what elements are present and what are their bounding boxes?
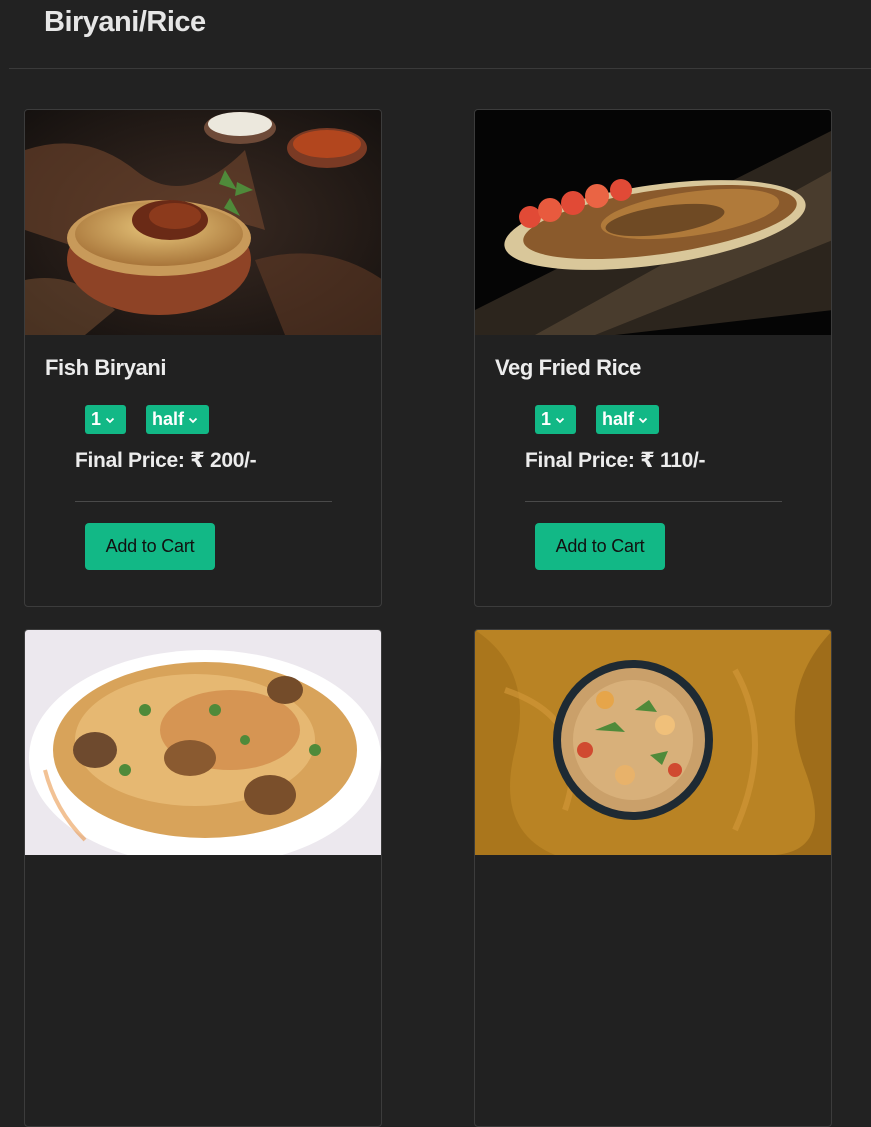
add-to-cart-button[interactable]: Add to Cart (85, 523, 215, 570)
product-image-4 (475, 630, 831, 855)
product-card-3 (24, 629, 382, 1127)
size-select[interactable]: half (596, 405, 659, 434)
card-divider (75, 501, 332, 502)
size-value: half (602, 409, 635, 429)
product-image-3 (25, 630, 381, 855)
final-price-value: ₹ 200/- (190, 449, 257, 472)
product-name: Veg Fried Rice (495, 355, 642, 380)
product-card-veg-fried-rice: Veg Fried Rice 1 half Final Price: ₹ 110… (474, 109, 832, 607)
product-image-fish-biryani (25, 110, 381, 335)
final-price: Final Price: ₹ 110/- (525, 448, 706, 473)
quantity-select[interactable]: 1 (85, 405, 126, 434)
header-divider (9, 68, 871, 69)
product-card-4 (474, 629, 832, 1127)
chevron-down-icon (188, 417, 198, 423)
product-name: Fish Biryani (45, 355, 167, 380)
category-header: Biryani/Rice (0, 0, 871, 68)
add-to-cart-button[interactable]: Add to Cart (535, 523, 665, 570)
quantity-select[interactable]: 1 (535, 405, 576, 434)
card-divider (525, 501, 782, 502)
final-price-value: ₹ 110/- (640, 449, 706, 472)
chevron-down-icon (555, 417, 565, 423)
chevron-down-icon (638, 417, 648, 423)
quantity-value: 1 (91, 409, 102, 429)
category-title: Biryani/Rice (44, 6, 206, 38)
product-card-fish-biryani: Fish Biryani 1 half Final Price: ₹ 200/-… (24, 109, 382, 607)
quantity-value: 1 (541, 409, 552, 429)
size-value: half (152, 409, 185, 429)
size-select[interactable]: half (146, 405, 209, 434)
product-image-veg-fried-rice (475, 110, 831, 335)
final-price-label: Final Price: (525, 449, 635, 472)
chevron-down-icon (105, 417, 115, 423)
final-price-label: Final Price: (75, 449, 185, 472)
final-price: Final Price: ₹ 200/- (75, 448, 257, 473)
